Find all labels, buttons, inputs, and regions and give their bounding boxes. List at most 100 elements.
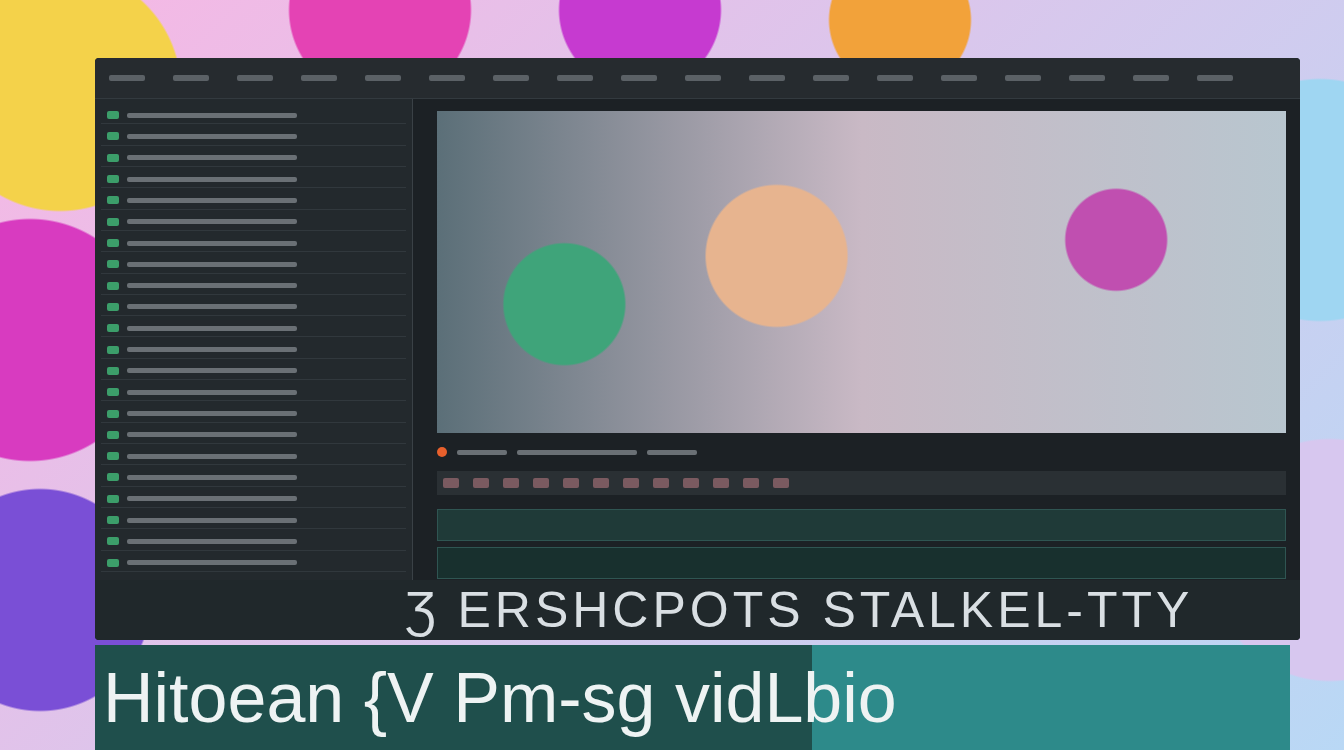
menu-item[interactable] xyxy=(1005,75,1041,81)
row-label-bar xyxy=(127,475,297,480)
panel-row[interactable] xyxy=(101,192,406,209)
menu-item[interactable] xyxy=(237,75,273,81)
control-button[interactable] xyxy=(533,478,549,488)
clip-icon xyxy=(107,495,119,503)
panel-row[interactable] xyxy=(101,256,406,273)
panel-row[interactable] xyxy=(101,107,406,124)
clip-icon xyxy=(107,516,119,524)
row-label-bar xyxy=(127,155,297,160)
menu-item[interactable] xyxy=(301,75,337,81)
row-label-bar xyxy=(127,347,297,352)
control-button[interactable] xyxy=(503,478,519,488)
panel-row[interactable] xyxy=(101,384,406,401)
menu-item[interactable] xyxy=(1069,75,1105,81)
row-label-bar xyxy=(127,539,297,544)
row-label-bar xyxy=(127,219,297,224)
menu-item[interactable] xyxy=(365,75,401,81)
clip-icon xyxy=(107,388,119,396)
menu-item[interactable] xyxy=(429,75,465,81)
clip-icon xyxy=(107,132,119,140)
panel-row[interactable] xyxy=(101,278,406,295)
control-button[interactable] xyxy=(563,478,579,488)
video-frame xyxy=(437,111,1286,433)
clip-icon xyxy=(107,196,119,204)
control-button[interactable] xyxy=(713,478,729,488)
clip-icon xyxy=(107,473,119,481)
control-button[interactable] xyxy=(473,478,489,488)
control-button[interactable] xyxy=(683,478,699,488)
info-bar xyxy=(457,450,507,455)
panel-row[interactable] xyxy=(101,533,406,550)
panel-row[interactable] xyxy=(101,235,406,252)
panel-row[interactable] xyxy=(101,128,406,145)
info-bar xyxy=(517,450,637,455)
menu-item[interactable] xyxy=(1197,75,1233,81)
title-banner: Hitoean {V Pm-sg vidLbio xyxy=(95,645,1290,750)
transport-controls xyxy=(437,471,1286,495)
clip-icon xyxy=(107,111,119,119)
timeline-track[interactable] xyxy=(437,509,1286,541)
media-panel xyxy=(95,99,413,580)
panel-row[interactable] xyxy=(101,469,406,486)
control-button[interactable] xyxy=(653,478,669,488)
row-label-bar xyxy=(127,390,297,395)
control-button[interactable] xyxy=(443,478,459,488)
panel-row[interactable] xyxy=(101,555,406,572)
preview-area xyxy=(413,99,1300,580)
clip-icon xyxy=(107,154,119,162)
menu-item[interactable] xyxy=(749,75,785,81)
row-label-bar xyxy=(127,496,297,501)
control-button[interactable] xyxy=(623,478,639,488)
panel-row[interactable] xyxy=(101,363,406,380)
banner-title: Hitoean {V Pm-sg vidLbio xyxy=(103,658,897,738)
editor-body xyxy=(95,99,1300,580)
video-editor-window: Ʒ ERSHCPOTS STALKEL-TTY xyxy=(95,58,1300,640)
panel-row[interactable] xyxy=(101,512,406,529)
clip-icon xyxy=(107,537,119,545)
timeline-track[interactable] xyxy=(437,547,1286,579)
clip-icon xyxy=(107,324,119,332)
control-button[interactable] xyxy=(743,478,759,488)
panel-row[interactable] xyxy=(101,299,406,316)
panel-row[interactable] xyxy=(101,405,406,422)
menu-item[interactable] xyxy=(877,75,913,81)
panel-row[interactable] xyxy=(101,491,406,508)
row-label-bar xyxy=(127,241,297,246)
menu-item[interactable] xyxy=(557,75,593,81)
row-label-bar xyxy=(127,454,297,459)
panel-row[interactable] xyxy=(101,341,406,358)
control-button[interactable] xyxy=(593,478,609,488)
row-label-bar xyxy=(127,560,297,565)
menu-item[interactable] xyxy=(621,75,657,81)
row-label-bar xyxy=(127,283,297,288)
row-label-bar xyxy=(127,432,297,437)
clip-icon xyxy=(107,559,119,567)
overlay-caption-row: Ʒ ERSHCPOTS STALKEL-TTY xyxy=(95,580,1300,640)
panel-row[interactable] xyxy=(101,150,406,167)
menu-item[interactable] xyxy=(173,75,209,81)
clip-icon xyxy=(107,452,119,460)
promo-page: Ʒ ERSHCPOTS STALKEL-TTY Hitoean {V Pm-sg … xyxy=(0,0,1344,750)
video-preview xyxy=(437,111,1286,433)
menu-bar xyxy=(95,58,1300,99)
row-label-bar xyxy=(127,326,297,331)
menu-item[interactable] xyxy=(685,75,721,81)
menu-item[interactable] xyxy=(1133,75,1169,81)
clip-icon xyxy=(107,239,119,247)
timeline[interactable] xyxy=(437,501,1286,580)
panel-row[interactable] xyxy=(101,427,406,444)
menu-item[interactable] xyxy=(493,75,529,81)
row-label-bar xyxy=(127,304,297,309)
row-label-bar xyxy=(127,134,297,139)
panel-row[interactable] xyxy=(101,320,406,337)
info-bar xyxy=(647,450,697,455)
menu-item[interactable] xyxy=(813,75,849,81)
control-button[interactable] xyxy=(773,478,789,488)
clip-icon xyxy=(107,367,119,375)
menu-item[interactable] xyxy=(941,75,977,81)
panel-row[interactable] xyxy=(101,448,406,465)
menu-item[interactable] xyxy=(109,75,145,81)
clip-icon xyxy=(107,218,119,226)
panel-row[interactable] xyxy=(101,171,406,188)
panel-row[interactable] xyxy=(101,214,406,231)
